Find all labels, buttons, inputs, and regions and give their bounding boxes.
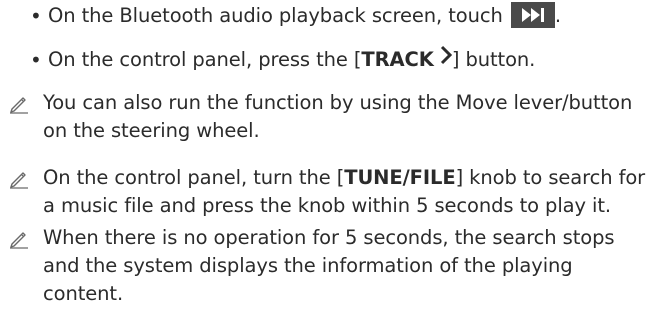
pencil-note-icon — [8, 167, 30, 189]
pencil-note-icon — [8, 227, 30, 249]
note-item-no-operation: When there is no operation for 5 seconds… — [0, 224, 662, 308]
bullet-dot: • — [30, 48, 42, 72]
manual-page: • On the Bluetooth audio playback screen… — [0, 0, 662, 310]
note-item-tune-file: On the control panel, turn the [TUNE/FIL… — [0, 164, 662, 224]
bullet-text-prefix: On the Bluetooth audio playback screen, … — [48, 4, 509, 27]
bullet-text: On the Bluetooth audio playback screen, … — [48, 1, 654, 30]
chevron-right-icon — [440, 45, 452, 73]
tune-file-knob-label: TUNE/FILE — [344, 166, 456, 189]
track-button-label: TRACK — [361, 48, 434, 71]
bullet-text-suffix: . — [554, 4, 561, 27]
bullet-dot: • — [30, 4, 42, 28]
bullet-text: On the control panel, press the [TRACK ]… — [48, 45, 654, 75]
note-item-move-lever: You can also run the function by using t… — [0, 89, 662, 149]
pencil-note-icon — [8, 92, 30, 114]
note-text: You can also run the function by using t… — [43, 91, 633, 142]
note-text-prefix: On the control panel, turn the [ — [43, 166, 345, 189]
next-track-icon — [510, 1, 555, 28]
bullet-text-suffix: ] button. — [451, 48, 536, 71]
note-text: On the control panel, turn the [TUNE/FIL… — [43, 164, 652, 220]
bullet-text-prefix: On the control panel, press the [ — [48, 48, 362, 71]
note-text: When there is no operation for 5 seconds… — [43, 226, 615, 305]
